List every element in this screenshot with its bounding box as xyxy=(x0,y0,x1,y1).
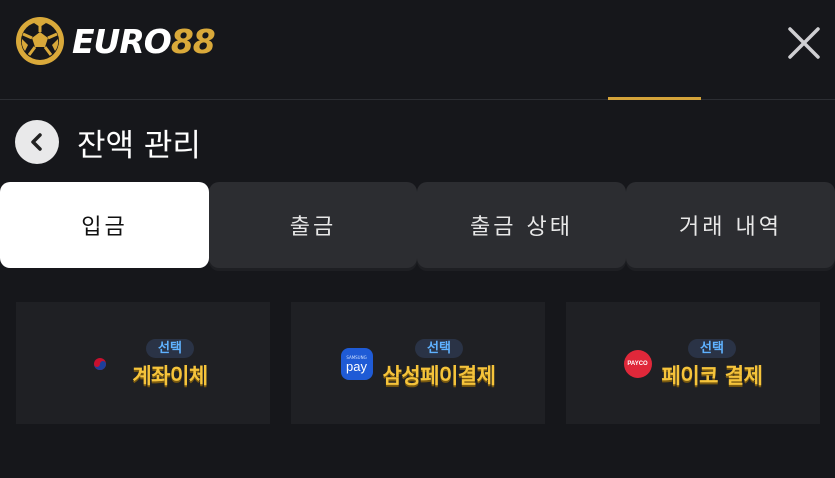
deposit-method-payco[interactable]: PAYCO 선택 페이코 결제 xyxy=(566,302,820,424)
page-title: 잔액 관리 xyxy=(77,127,201,164)
chevron-left-icon xyxy=(31,133,42,151)
soccer-ball-logo-icon xyxy=(16,17,64,65)
method-label: 삼성페이결제 xyxy=(382,363,496,388)
tab-deposit[interactable]: 입금 xyxy=(0,182,209,268)
logo-text: EURO88 xyxy=(72,21,216,61)
back-button[interactable] xyxy=(15,120,59,164)
balance-tabs: 입금 출금 출금 상태 거래 내역 xyxy=(0,182,835,270)
tab-transaction-history[interactable]: 거래 내역 xyxy=(626,182,835,268)
page-header: 잔액 관리 xyxy=(15,119,201,165)
logo-text-accent: 88 xyxy=(170,21,216,61)
select-badge: 선택 xyxy=(146,338,194,358)
method-label: 계좌이체 xyxy=(132,363,208,388)
deposit-method-samsung-pay[interactable]: SAMSUNG pay 선택 삼성페이결제 xyxy=(291,302,545,424)
logo-text-main: EURO xyxy=(72,21,172,61)
payco-icon: PAYCO xyxy=(623,350,652,378)
tab-withdraw-status[interactable]: 출금 상태 xyxy=(417,182,626,268)
logo[interactable]: EURO88 xyxy=(14,14,216,68)
method-label: 페이코 결제 xyxy=(661,363,763,388)
select-badge: 선택 xyxy=(415,338,463,358)
samsung-pay-icon: SAMSUNG pay xyxy=(340,348,373,380)
active-nav-indicator xyxy=(608,97,701,100)
samsung-pay-icon-text: pay xyxy=(346,358,368,374)
korea-flag-icon xyxy=(78,342,122,386)
deposit-method-bank-transfer[interactable]: 선택 계좌이체 xyxy=(16,302,270,424)
tab-withdraw[interactable]: 출금 xyxy=(209,182,417,268)
close-icon[interactable] xyxy=(787,26,821,60)
top-bar: EURO88 xyxy=(0,0,835,100)
payco-icon-wrap: PAYCO xyxy=(623,350,652,378)
samsung-pay-icon-wrap: SAMSUNG pay xyxy=(340,348,373,380)
select-badge: 선택 xyxy=(688,338,736,358)
